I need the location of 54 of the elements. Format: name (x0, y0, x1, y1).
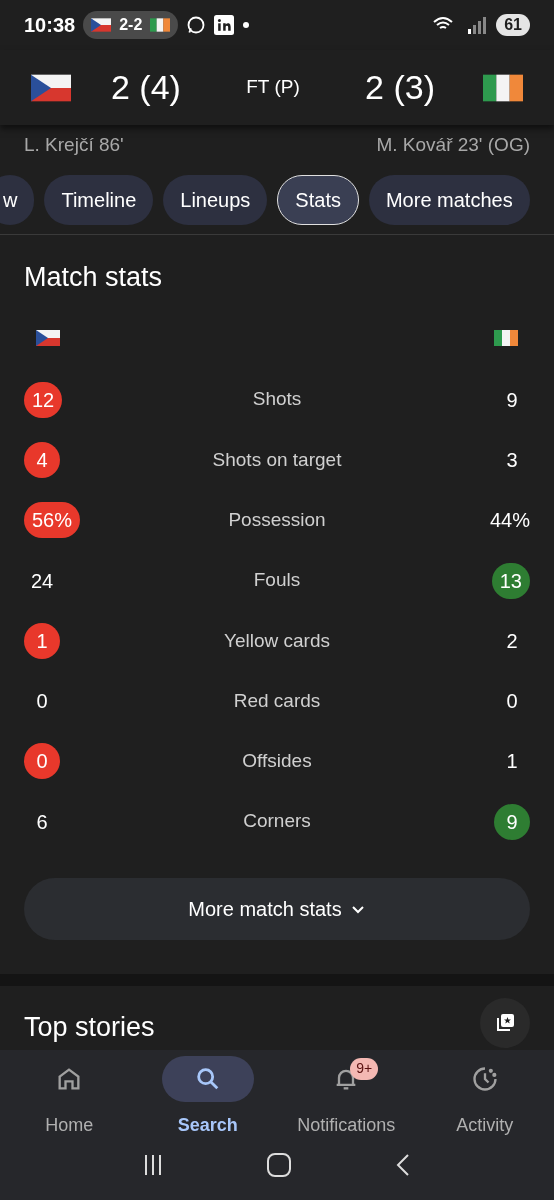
stat-value: 13 (491, 562, 530, 599)
signal-icon (466, 15, 489, 35)
stat-value: 0 (505, 689, 519, 715)
stat-value: 6 (35, 809, 49, 835)
flag-icon (150, 17, 171, 33)
nav-item[interactable]: Search (138, 1055, 277, 1139)
stat-label: Possession (227, 508, 327, 532)
stat-value: 1 (24, 622, 60, 659)
stat-value: 2 (505, 628, 519, 654)
section-title: Top stories (24, 1011, 155, 1045)
goal-scorer: M. Kovář 23' (OG) (376, 132, 530, 157)
network-icon (214, 15, 235, 35)
stat-label: Fouls (252, 568, 302, 593)
stat-label: Corners (242, 809, 312, 834)
stat-value: 3 (505, 447, 519, 473)
stat-label: Red cards (232, 688, 322, 713)
stat-value: 1 (505, 749, 519, 775)
clock: 10:38 (24, 13, 76, 38)
stat-value: 0 (35, 689, 49, 715)
home-button-icon[interactable] (266, 1151, 292, 1178)
battery-indicator: 61 (496, 14, 530, 36)
stat-label: Shots on target (211, 447, 343, 472)
chat-icon (186, 15, 207, 35)
stat-value: 9 (494, 803, 530, 840)
stat-value: 0 (24, 743, 60, 780)
stat-value: 9 (505, 387, 519, 413)
more-stats-button[interactable]: More match stats (24, 877, 530, 940)
stat-label: Shots (251, 387, 303, 412)
stat-value: 44% (489, 508, 530, 534)
saved-collection-button[interactable] (480, 997, 530, 1048)
team-score: 2 (3) (365, 67, 435, 108)
team-score: 2 (4) (111, 67, 181, 108)
goal-scorer: L. Krejčí 86' (24, 132, 124, 157)
tab[interactable]: Lineups (163, 174, 268, 225)
tab[interactable]: w (0, 174, 35, 225)
activity-icon (470, 1064, 499, 1093)
chip-score: 2-2 (119, 15, 143, 35)
stat-value: 56% (24, 502, 81, 539)
stat-value: 4 (24, 441, 60, 478)
nav-item[interactable]: Home (0, 1055, 139, 1139)
stat-label: Offsides (241, 749, 313, 774)
stat-label: Yellow cards (223, 628, 331, 653)
flag-icon (91, 17, 112, 33)
dot-icon (242, 21, 251, 29)
nav-item[interactable]: Activity (415, 1055, 554, 1139)
stat-value: 24 (29, 568, 55, 594)
match-status: FT (P) (245, 75, 301, 100)
stat-value: 12 (24, 381, 63, 418)
section-title: Match stats (24, 261, 164, 294)
notification-badge: 9+ (350, 1057, 379, 1080)
nav-item[interactable]: 9+ Notifications (277, 1055, 416, 1139)
tab[interactable]: Stats (277, 174, 359, 225)
tab[interactable]: Timeline (44, 174, 154, 225)
tab[interactable]: More matches (368, 174, 530, 225)
